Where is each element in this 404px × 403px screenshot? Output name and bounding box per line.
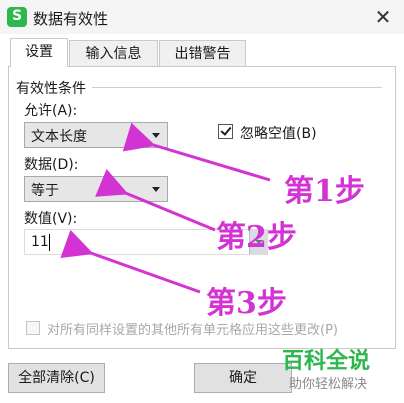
step3-annotation: 第3步 [206,286,287,321]
step1-arrow [122,122,271,182]
watermark-logo: 百科全说 [282,349,371,374]
step2-arrow [95,168,216,232]
watermark-subtitle: 助你轻松解决 [289,377,368,392]
step3-arrow [60,229,201,294]
step1-annotation: 第1步 [284,174,365,209]
step2-annotation: 第2步 [216,220,297,255]
tab-settings[interactable]: 设置 [10,38,68,67]
